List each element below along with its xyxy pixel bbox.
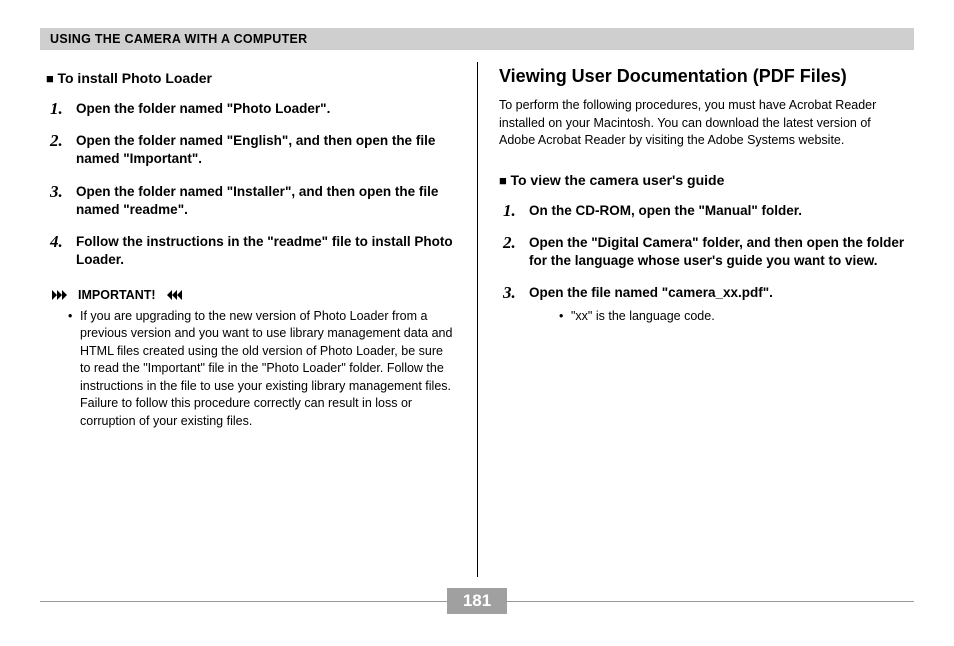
right-subheading: To view the camera user's guide <box>499 172 908 188</box>
right-main-heading: Viewing User Documentation (PDF Files) <box>499 66 908 87</box>
step-note: "xx" is the language code. <box>559 308 908 326</box>
install-step: Open the folder named "English", and the… <box>50 132 455 168</box>
view-step-text: Open the file named "camera_xx.pdf". <box>529 285 773 300</box>
view-step: On the CD-ROM, open the "Manual" folder. <box>503 202 908 220</box>
view-step: Open the "Digital Camera" folder, and th… <box>503 234 908 270</box>
right-column: Viewing User Documentation (PDF Files) T… <box>477 62 914 582</box>
arrows-right-icon <box>52 290 74 300</box>
important-bullet-list: If you are upgrading to the new version … <box>68 308 455 431</box>
footer-rule-right <box>507 601 914 602</box>
footer-rule-left <box>40 601 447 602</box>
right-intro: To perform the following procedures, you… <box>499 97 908 150</box>
view-step: Open the file named "camera_xx.pdf". "xx… <box>503 284 908 326</box>
arrows-left-icon <box>160 290 182 300</box>
page-number-badge: 181 <box>447 588 507 614</box>
important-bullet: If you are upgrading to the new version … <box>68 308 455 431</box>
important-label-text: IMPORTANT! <box>78 288 156 302</box>
content-columns: To install Photo Loader Open the folder … <box>40 62 914 582</box>
page-footer: 181 <box>40 588 914 614</box>
install-steps-list: Open the folder named "Photo Loader". Op… <box>50 100 455 270</box>
install-step: Open the folder named "Installer", and t… <box>50 183 455 219</box>
important-block: IMPORTANT! If you are upgrading to the n… <box>52 288 455 431</box>
view-guide-steps: On the CD-ROM, open the "Manual" folder.… <box>503 202 908 326</box>
left-column: To install Photo Loader Open the folder … <box>40 62 477 582</box>
column-divider <box>477 62 478 577</box>
step-note-list: "xx" is the language code. <box>559 308 908 326</box>
left-subheading: To install Photo Loader <box>46 70 455 86</box>
important-heading: IMPORTANT! <box>52 288 455 302</box>
install-step: Open the folder named "Photo Loader". <box>50 100 455 118</box>
install-step: Follow the instructions in the "readme" … <box>50 233 455 269</box>
section-header: USING THE CAMERA WITH A COMPUTER <box>40 28 914 50</box>
